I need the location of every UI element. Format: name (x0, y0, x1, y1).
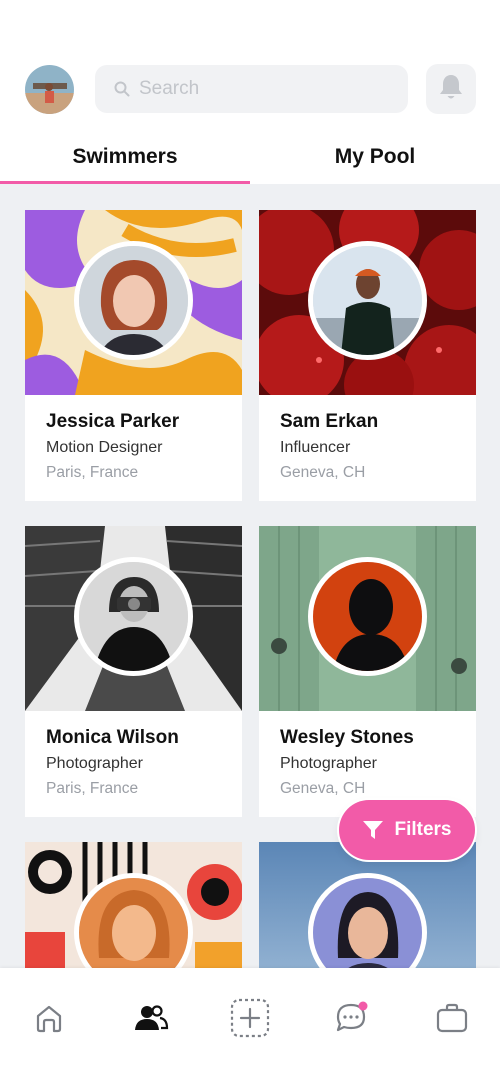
search-box[interactable] (95, 65, 408, 113)
cover-image (259, 842, 476, 968)
top-bar (25, 64, 476, 114)
add-square-icon (230, 998, 270, 1043)
profile-role: Photographer (46, 755, 143, 772)
nav-messages[interactable] (331, 1000, 371, 1040)
bottom-nav (0, 968, 500, 1083)
chat-icon (333, 1001, 369, 1040)
profile-card[interactable]: Monica Wilson Photographer Paris, France (25, 526, 242, 817)
tab-my-pool[interactable]: My Pool (250, 130, 500, 184)
profile-photo (74, 241, 193, 360)
profile-card[interactable]: Sam Erkan Influencer Geneva, CH (259, 210, 476, 501)
search-input[interactable] (139, 78, 379, 100)
profile-name: Monica Wilson (46, 727, 179, 748)
notifications-button[interactable] (426, 64, 476, 114)
profile-location: Geneva, CH (280, 464, 366, 481)
nav-add[interactable] (230, 998, 270, 1043)
cover-image (259, 210, 476, 395)
filters-label: Filters (394, 819, 452, 840)
profile-role: Influencer (280, 439, 351, 456)
filter-icon (362, 819, 384, 841)
nav-jobs[interactable] (432, 1000, 472, 1040)
tab-swimmers[interactable]: Swimmers (0, 130, 250, 184)
profile-photo (308, 241, 427, 360)
profile-card[interactable]: Jessica Parker Motion Designer Paris, Fr… (25, 210, 242, 501)
profile-name: Jessica Parker (46, 411, 180, 432)
cover-image (25, 526, 242, 711)
search-icon (113, 80, 131, 98)
user-avatar[interactable] (25, 64, 74, 114)
profile-role: Photographer (280, 755, 377, 772)
profile-role: Motion Designer (46, 439, 163, 456)
filters-button[interactable]: Filters (339, 800, 475, 860)
profile-card[interactable]: Wesley Stones Photographer Geneva, CH (259, 526, 476, 817)
profile-photo (74, 557, 193, 676)
profile-photo (308, 557, 427, 676)
cover-image (25, 842, 242, 968)
profile-name: Sam Erkan (280, 411, 379, 432)
briefcase-icon (435, 1002, 469, 1039)
profile-location: Paris, France (46, 464, 139, 481)
nav-home[interactable] (29, 1000, 69, 1040)
profile-name: Wesley Stones (280, 727, 414, 748)
cover-image (25, 210, 242, 395)
profile-location: Paris, France (46, 780, 139, 797)
bell-icon (438, 73, 464, 106)
tab-bar: Swimmers My Pool (0, 130, 500, 184)
home-icon (33, 1002, 65, 1039)
cover-image (259, 526, 476, 711)
people-icon (133, 1002, 169, 1039)
nav-people[interactable] (131, 1000, 171, 1040)
profile-card[interactable] (259, 842, 476, 968)
profile-location: Geneva, CH (280, 780, 366, 797)
profile-card[interactable] (25, 842, 242, 968)
